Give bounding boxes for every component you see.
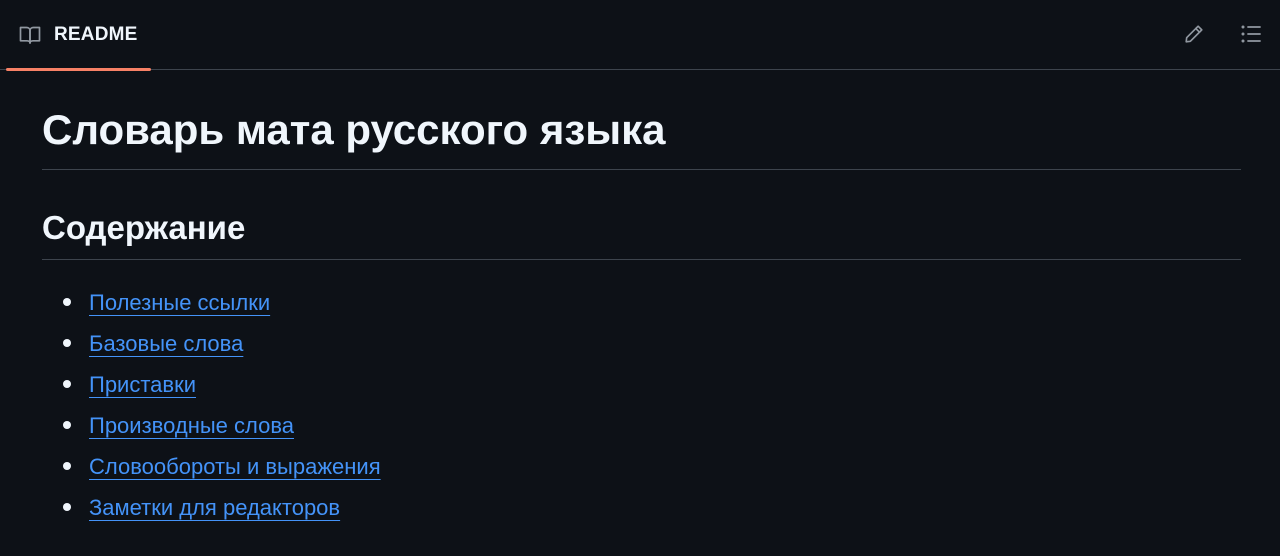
list-item: Производные слова [42,405,381,446]
toc-link-derived-words[interactable]: Производные слова [89,413,294,438]
toc-link-useful-links[interactable]: Полезные ссылки [89,290,270,315]
toc-link-base-words[interactable]: Базовые слова [89,331,243,356]
readme-tab[interactable]: README [6,0,151,71]
list-item: Словообороты и выражения [42,446,381,487]
toc-link-prefixes[interactable]: Приставки [89,372,196,397]
readme-tab-label: README [54,24,138,45]
list-item: Приставки [42,364,381,405]
pencil-icon [1183,23,1205,50]
toc-heading: Содержание [42,209,246,246]
list-item: Полезные ссылки [42,282,381,323]
list-item: Заметки для редакторов [42,487,381,528]
list-unordered-icon [1239,22,1263,51]
title-divider [42,169,1241,170]
list-item: Базовые слова [42,323,381,364]
toc-list: Полезные ссылки Базовые слова Приставки … [42,282,381,528]
toc-heading-divider [42,259,1241,260]
edit-file-button[interactable] [1181,23,1207,49]
toc-link-phrases[interactable]: Словообороты и выражения [89,454,381,479]
page-title: Словарь мата русского языка [42,106,666,153]
book-icon [18,23,42,47]
outline-button[interactable] [1238,23,1264,49]
toc-link-editor-notes[interactable]: Заметки для редакторов [89,495,340,520]
readme-header: README [0,0,1280,71]
